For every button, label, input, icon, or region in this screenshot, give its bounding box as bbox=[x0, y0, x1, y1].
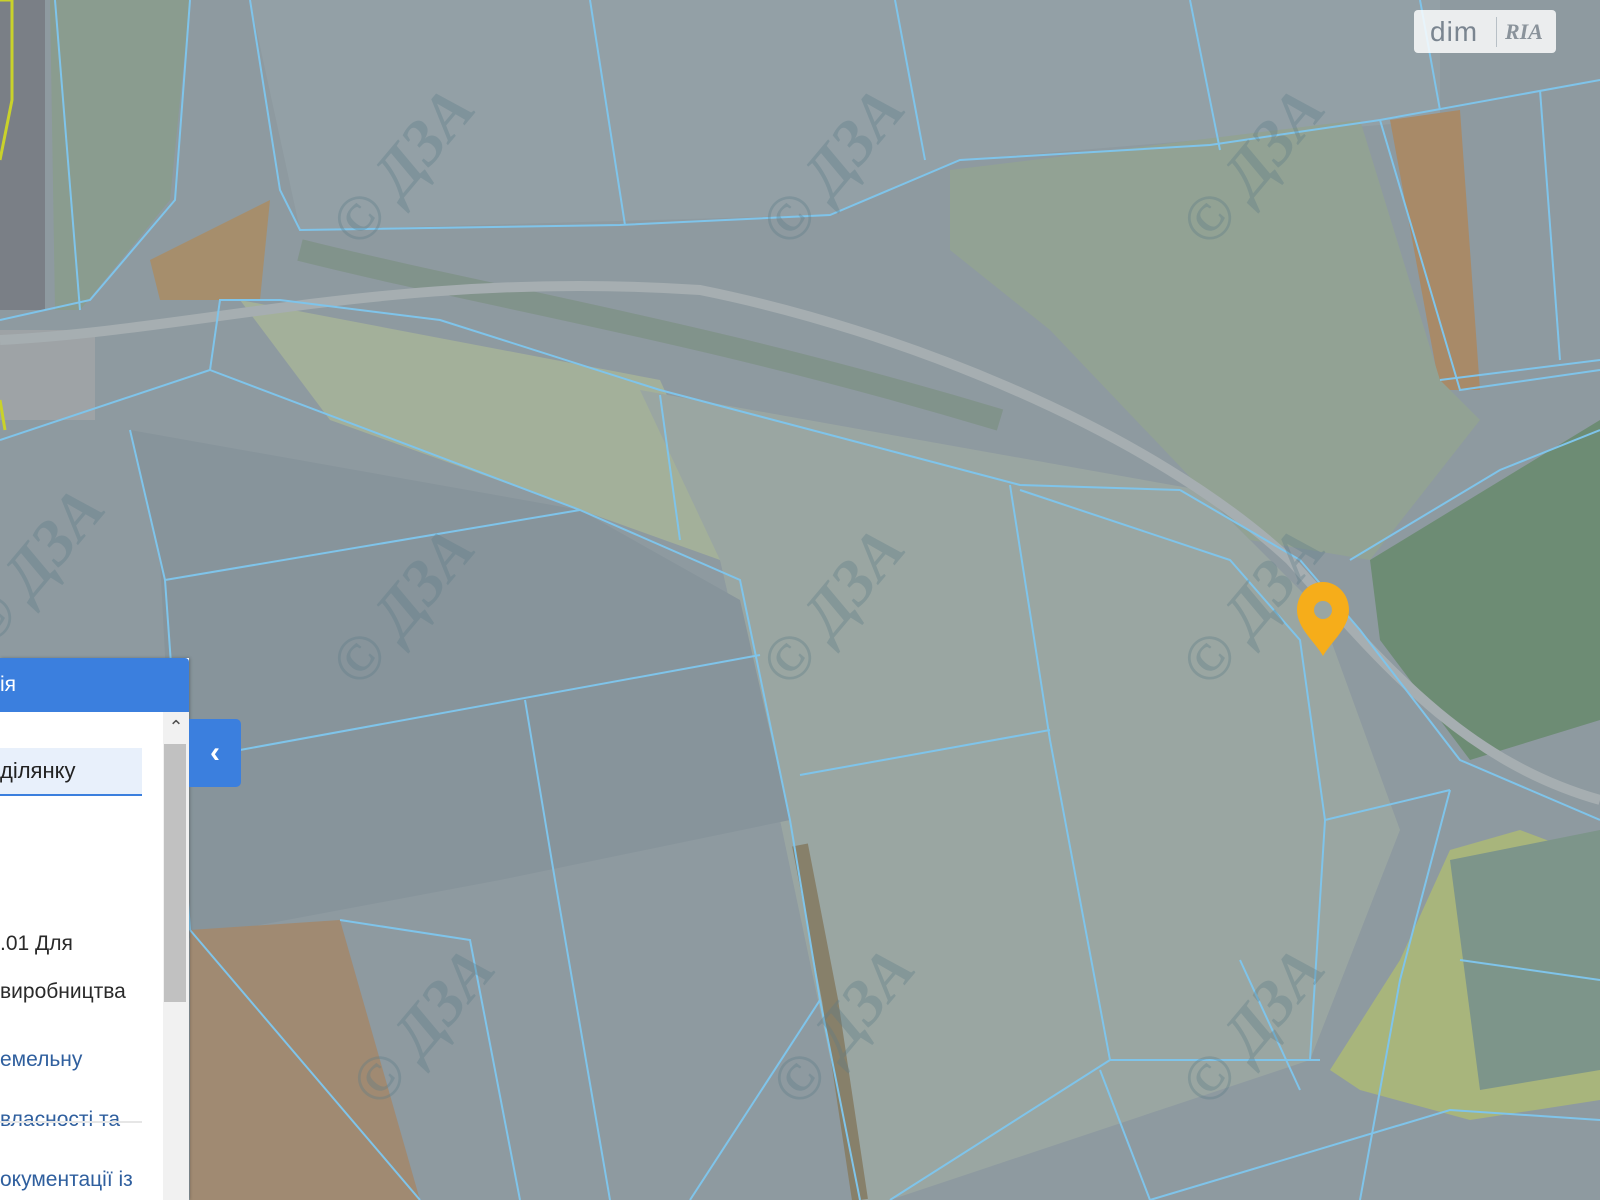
dimria-logo: dim RIA bbox=[1414, 10, 1556, 53]
panel-divider bbox=[0, 1121, 142, 1123]
logo-dim-text: dim bbox=[1430, 15, 1479, 47]
panel-body: ділянку .01 Для виробництва емельну влас… bbox=[0, 712, 189, 1200]
map-canvas[interactable]: © ДЗА © ДЗА © ДЗА © ДЗА © ДЗА © ДЗА © ДЗ… bbox=[0, 0, 1600, 1200]
chevron-up-icon[interactable]: ⌃ bbox=[167, 718, 185, 736]
panel-header: ія bbox=[0, 658, 189, 712]
info-link-ownership[interactable]: власності та bbox=[0, 1108, 120, 1132]
info-link-land[interactable]: емельну bbox=[0, 1048, 82, 1072]
parcel-search-field[interactable]: ділянку bbox=[0, 748, 142, 796]
info-link-documentation[interactable]: окументації із bbox=[0, 1168, 133, 1192]
field-top-left-dark bbox=[0, 0, 45, 310]
scrollbar-thumb[interactable] bbox=[164, 744, 186, 1002]
panel-title: ія bbox=[0, 673, 17, 696]
collapse-panel-button[interactable]: ‹ bbox=[189, 719, 241, 787]
panel-scrollbar[interactable]: ⌃ bbox=[163, 712, 189, 1200]
purpose-text-line-2: виробництва bbox=[0, 980, 126, 1003]
chevron-left-icon: ‹ bbox=[210, 736, 220, 769]
purpose-text-line-1: .01 Для bbox=[0, 932, 73, 955]
logo-ria-text: RIA bbox=[1505, 18, 1543, 44]
parcel-info-panel: ія ділянку .01 Для виробництва емельну в… bbox=[0, 658, 189, 1200]
